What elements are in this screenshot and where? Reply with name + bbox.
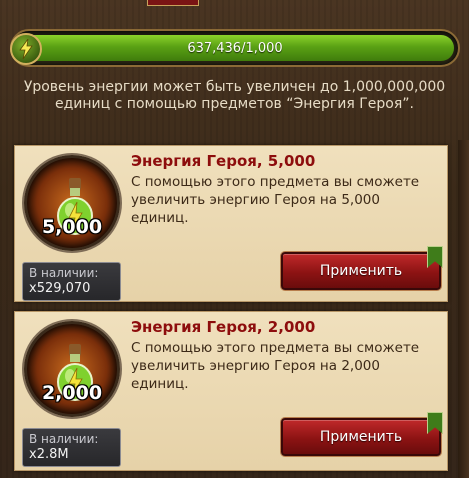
stock-box: В наличии: x529,070 [22, 262, 121, 301]
scrollbar-track[interactable] [458, 140, 469, 478]
item-slot[interactable]: 2,000 [24, 321, 120, 417]
item-description: С помощью этого предмета вы сможете увел… [131, 174, 420, 226]
slot-amount: 2,000 [41, 382, 103, 404]
stock-label: В наличии: [29, 266, 99, 280]
stock-quantity: x529,070 [29, 281, 91, 296]
slot-amount: 5,000 [41, 216, 103, 238]
apply-button[interactable]: Применить [281, 246, 443, 290]
apply-button-label: Применить [319, 429, 403, 445]
item-card-energy-5000: 5,000 В наличии: x529,070 Энергия Героя,… [14, 145, 448, 302]
item-title: Энергия Героя, 2,000 [131, 318, 316, 336]
ribbon-corner-icon [427, 246, 443, 268]
stock-box: В наличии: x2.8M [22, 428, 121, 467]
stock-label: В наличии: [29, 432, 99, 446]
energy-value: 637,436/1,000 [187, 40, 283, 56]
apply-button-label: Применить [319, 263, 403, 279]
ribbon-corner-icon [427, 412, 443, 434]
item-description: С помощью этого предмета вы сможете увел… [131, 340, 420, 392]
item-slot[interactable]: 5,000 [24, 155, 120, 251]
energy-info-text: Уровень энергии может быть увеличен до 1… [23, 79, 446, 112]
top-tab-fragment [147, 0, 199, 6]
apply-button[interactable]: Применить [281, 412, 443, 456]
item-title: Энергия Героя, 5,000 [131, 152, 316, 170]
item-card-energy-2000: 2,000 В наличии: x2.8M Энергия Героя, 2,… [14, 311, 448, 471]
stock-quantity: x2.8M [29, 447, 69, 462]
